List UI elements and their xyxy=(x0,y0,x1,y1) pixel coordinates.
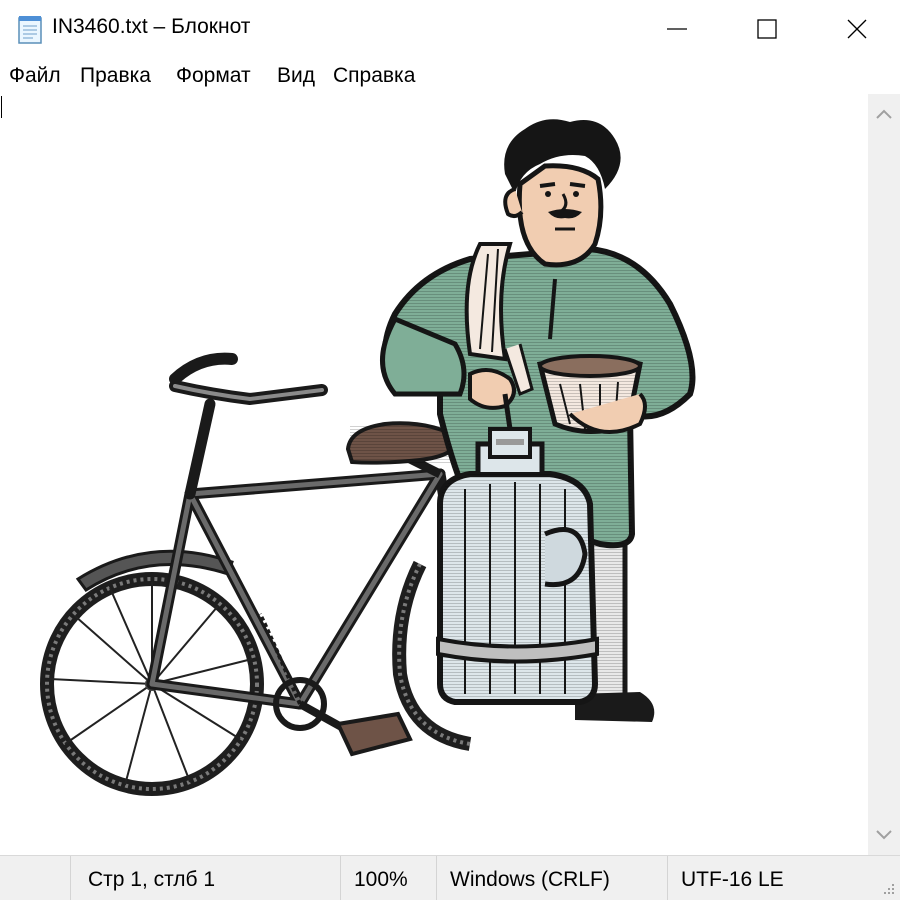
resize-grip-icon[interactable] xyxy=(880,880,896,896)
menu-edit[interactable]: Правка xyxy=(80,64,151,88)
vertical-scrollbar[interactable] xyxy=(868,94,900,855)
scroll-down-icon[interactable] xyxy=(868,823,900,847)
close-button[interactable] xyxy=(812,0,900,58)
menu-help[interactable]: Справка xyxy=(333,64,415,88)
status-zoom: 100% xyxy=(354,868,408,891)
status-separator xyxy=(70,856,71,900)
minimize-button[interactable] xyxy=(632,0,722,58)
menu-file[interactable]: Файл xyxy=(9,64,61,88)
bicycle-handlebar xyxy=(169,352,328,500)
menu-view[interactable]: Вид xyxy=(277,64,315,88)
milkman-cup xyxy=(536,354,647,434)
bicycle-pedal xyxy=(258,613,413,757)
status-bar: Стр 1, стлб 1 100% Windows (CRLF) UTF-16… xyxy=(0,855,900,900)
maximize-button[interactable] xyxy=(722,0,812,58)
text-editor-area[interactable] xyxy=(0,94,868,855)
minimize-icon xyxy=(667,28,687,30)
status-separator xyxy=(667,856,668,900)
scroll-up-icon[interactable] xyxy=(868,102,900,126)
milkman-head xyxy=(503,119,621,268)
text-art-illustration xyxy=(40,119,696,796)
maximize-icon xyxy=(757,19,777,39)
menu-format[interactable]: Формат xyxy=(176,64,251,88)
notepad-icon xyxy=(16,14,44,44)
status-separator xyxy=(436,856,437,900)
status-encoding: UTF-16 LE xyxy=(681,868,784,891)
menu-bar: Файл Правка Формат Вид Справка xyxy=(0,58,900,94)
window-title: IN3460.txt – Блокнот xyxy=(52,15,251,38)
close-icon xyxy=(847,19,867,39)
status-line-ending: Windows (CRLF) xyxy=(450,868,610,891)
status-cursor-position: Стр 1, стлб 1 xyxy=(88,868,216,891)
status-separator xyxy=(340,856,341,900)
bicycle xyxy=(40,352,476,796)
title-bar[interactable]: IN3460.txt – Блокнот xyxy=(0,0,900,58)
